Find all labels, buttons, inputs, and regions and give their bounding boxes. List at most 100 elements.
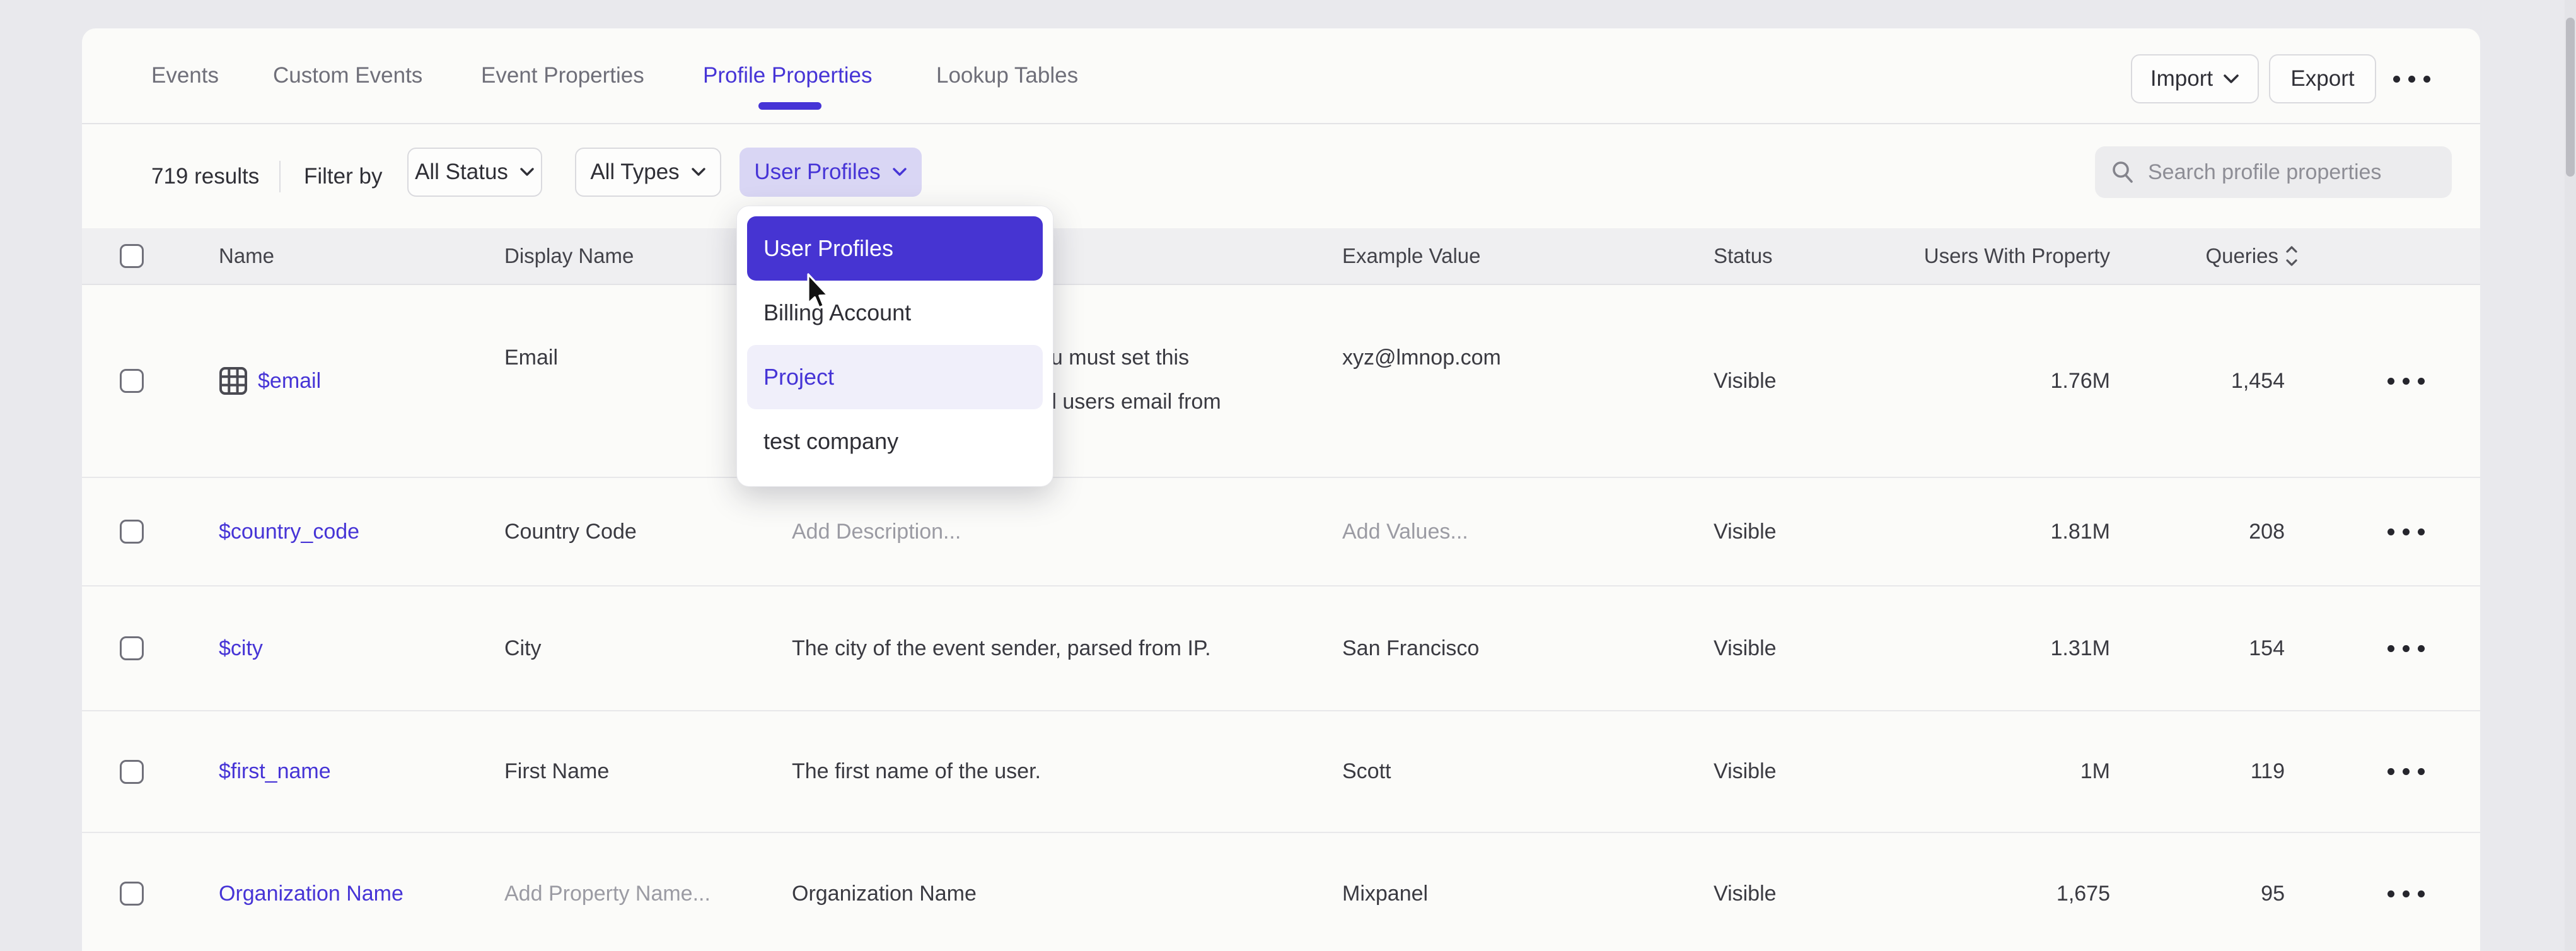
queries-cell: 119 — [2115, 711, 2300, 832]
status-cell: Visible — [1714, 285, 1920, 477]
users-with-property-cell: 1.76M — [1920, 285, 2115, 477]
queries-cell: 95 — [2115, 833, 2300, 951]
type-filter-dropdown[interactable]: All Types — [575, 148, 721, 197]
users-with-property-cell: 1M — [1920, 711, 2115, 832]
header-status: Status — [1714, 228, 1920, 284]
table-grid-icon — [219, 366, 248, 395]
export-button-label: Export — [2290, 66, 2354, 91]
dropdown-item-billing-account[interactable]: Billing Account — [747, 281, 1043, 345]
three-dots-icon — [2393, 76, 2430, 83]
tab-event-properties[interactable]: Event Properties — [481, 28, 644, 123]
tab-events[interactable]: Events — [151, 28, 219, 123]
import-button-label: Import — [2150, 66, 2213, 91]
dropdown-item-test-company[interactable]: test company — [747, 409, 1043, 474]
header-users-with-property: Users With Property — [1920, 228, 2115, 284]
row-menu-button[interactable] — [2387, 890, 2425, 897]
status-cell: Visible — [1714, 478, 1920, 585]
screen: Events Custom Events Event Properties Pr… — [0, 0, 2576, 951]
status-cell: Visible — [1714, 586, 1920, 710]
description-fragment: d users email from — [1045, 380, 1342, 424]
row-checkbox[interactable] — [120, 882, 144, 906]
users-with-property-cell: 1.31M — [1920, 586, 2115, 710]
status-filter-dropdown[interactable]: All Status — [407, 148, 542, 197]
property-name-link[interactable]: $first_name — [219, 759, 331, 784]
header-queries-sort[interactable]: Queries — [2115, 228, 2300, 284]
row-menu-button[interactable] — [2387, 645, 2425, 652]
properties-table: Name Display Name Example Value Status U… — [82, 228, 2480, 951]
search-icon — [2110, 160, 2135, 185]
example-value-cell[interactable]: Add Values... — [1342, 478, 1714, 585]
divider — [279, 161, 281, 192]
users-with-property-cell: 1,675 — [1920, 833, 2115, 951]
header-queries-label: Queries — [2205, 244, 2278, 268]
profile-entity-filter-dropdown[interactable]: User Profiles — [740, 148, 922, 197]
display-name-cell[interactable]: First Name — [504, 711, 792, 832]
chevron-down-icon — [2223, 73, 2239, 85]
scrollbar-thumb[interactable] — [2566, 18, 2575, 177]
property-name-link[interactable]: $city — [219, 636, 263, 661]
properties-panel: Events Custom Events Event Properties Pr… — [82, 28, 2480, 951]
table-row: $email Email ou must set this d users em… — [82, 285, 2480, 478]
queries-cell: 154 — [2115, 586, 2300, 710]
sort-up-down-icon — [2285, 244, 2299, 268]
property-name-link[interactable]: $country_code — [219, 520, 359, 544]
description-cell[interactable]: Add Description... — [792, 478, 1342, 585]
filter-by-label: Filter by — [304, 124, 382, 228]
more-actions-button[interactable] — [2382, 54, 2442, 103]
row-checkbox[interactable] — [120, 760, 144, 784]
tab-lookup-tables[interactable]: Lookup Tables — [936, 28, 1078, 123]
example-value-cell[interactable]: Scott — [1342, 711, 1714, 832]
row-menu-button[interactable] — [2387, 768, 2425, 775]
queries-cell: 1,454 — [2115, 285, 2300, 477]
table-row: $city City The city of the event sender,… — [82, 586, 2480, 711]
chevron-down-icon — [519, 167, 535, 177]
type-filter-label: All Types — [590, 160, 679, 185]
example-value-cell[interactable]: xyz@lmnop.com — [1342, 285, 1714, 477]
status-filter-label: All Status — [415, 160, 508, 185]
tab-bar: Events Custom Events Event Properties Pr… — [82, 28, 2480, 124]
display-name-cell[interactable]: Country Code — [504, 478, 792, 585]
header-name: Name — [219, 228, 504, 284]
description-cell[interactable]: The city of the event sender, parsed fro… — [792, 586, 1342, 710]
active-tab-underline — [758, 102, 821, 110]
example-value-cell[interactable]: Mixpanel — [1342, 833, 1714, 951]
row-menu-button[interactable] — [2387, 378, 2425, 385]
row-menu-button[interactable] — [2387, 528, 2425, 535]
dropdown-item-project[interactable]: Project — [747, 345, 1043, 409]
table-row: Organization Name Add Property Name... O… — [82, 833, 2480, 951]
tab-custom-events[interactable]: Custom Events — [273, 28, 422, 123]
property-name-link[interactable]: $email — [258, 369, 321, 394]
display-name-cell[interactable]: Add Property Name... — [504, 833, 792, 951]
mouse-cursor-icon — [806, 273, 835, 317]
table-header-row: Name Display Name Example Value Status U… — [82, 228, 2480, 285]
chevron-down-icon — [691, 167, 706, 177]
filter-bar: 719 results Filter by All Status All Typ… — [82, 124, 2480, 228]
chevron-down-icon — [892, 167, 907, 177]
status-cell: Visible — [1714, 711, 1920, 832]
table-row: $first_name First Name The first name of… — [82, 711, 2480, 833]
queries-cell: 208 — [2115, 478, 2300, 585]
row-checkbox[interactable] — [120, 369, 144, 393]
import-button[interactable]: Import — [2131, 54, 2259, 103]
display-name-cell[interactable]: City — [504, 586, 792, 710]
profile-entity-filter-label: User Profiles — [754, 160, 880, 185]
row-checkbox[interactable] — [120, 520, 144, 544]
table-row: $country_code Country Code Add Descripti… — [82, 478, 2480, 586]
users-with-property-cell: 1.81M — [1920, 478, 2115, 585]
vertical-scrollbar[interactable] — [2565, 0, 2576, 951]
profile-entity-dropdown-menu: User Profiles Billing Account Project te… — [736, 206, 1053, 487]
description-cell[interactable]: Organization Name — [792, 833, 1342, 951]
property-name-link[interactable]: Organization Name — [219, 882, 403, 906]
status-cell: Visible — [1714, 833, 1920, 951]
export-button[interactable]: Export — [2269, 54, 2376, 103]
dropdown-item-user-profiles[interactable]: User Profiles — [747, 216, 1043, 281]
description-cell[interactable]: The first name of the user. — [792, 711, 1342, 832]
results-count: 719 results — [151, 124, 259, 228]
header-example-value: Example Value — [1342, 228, 1714, 284]
search-box[interactable] — [2095, 146, 2452, 198]
search-input[interactable] — [2147, 160, 2420, 185]
row-checkbox[interactable] — [120, 636, 144, 660]
select-all-checkbox[interactable] — [120, 244, 144, 268]
example-value-cell[interactable]: San Francisco — [1342, 586, 1714, 710]
description-fragment: ou must set this — [1039, 335, 1342, 380]
